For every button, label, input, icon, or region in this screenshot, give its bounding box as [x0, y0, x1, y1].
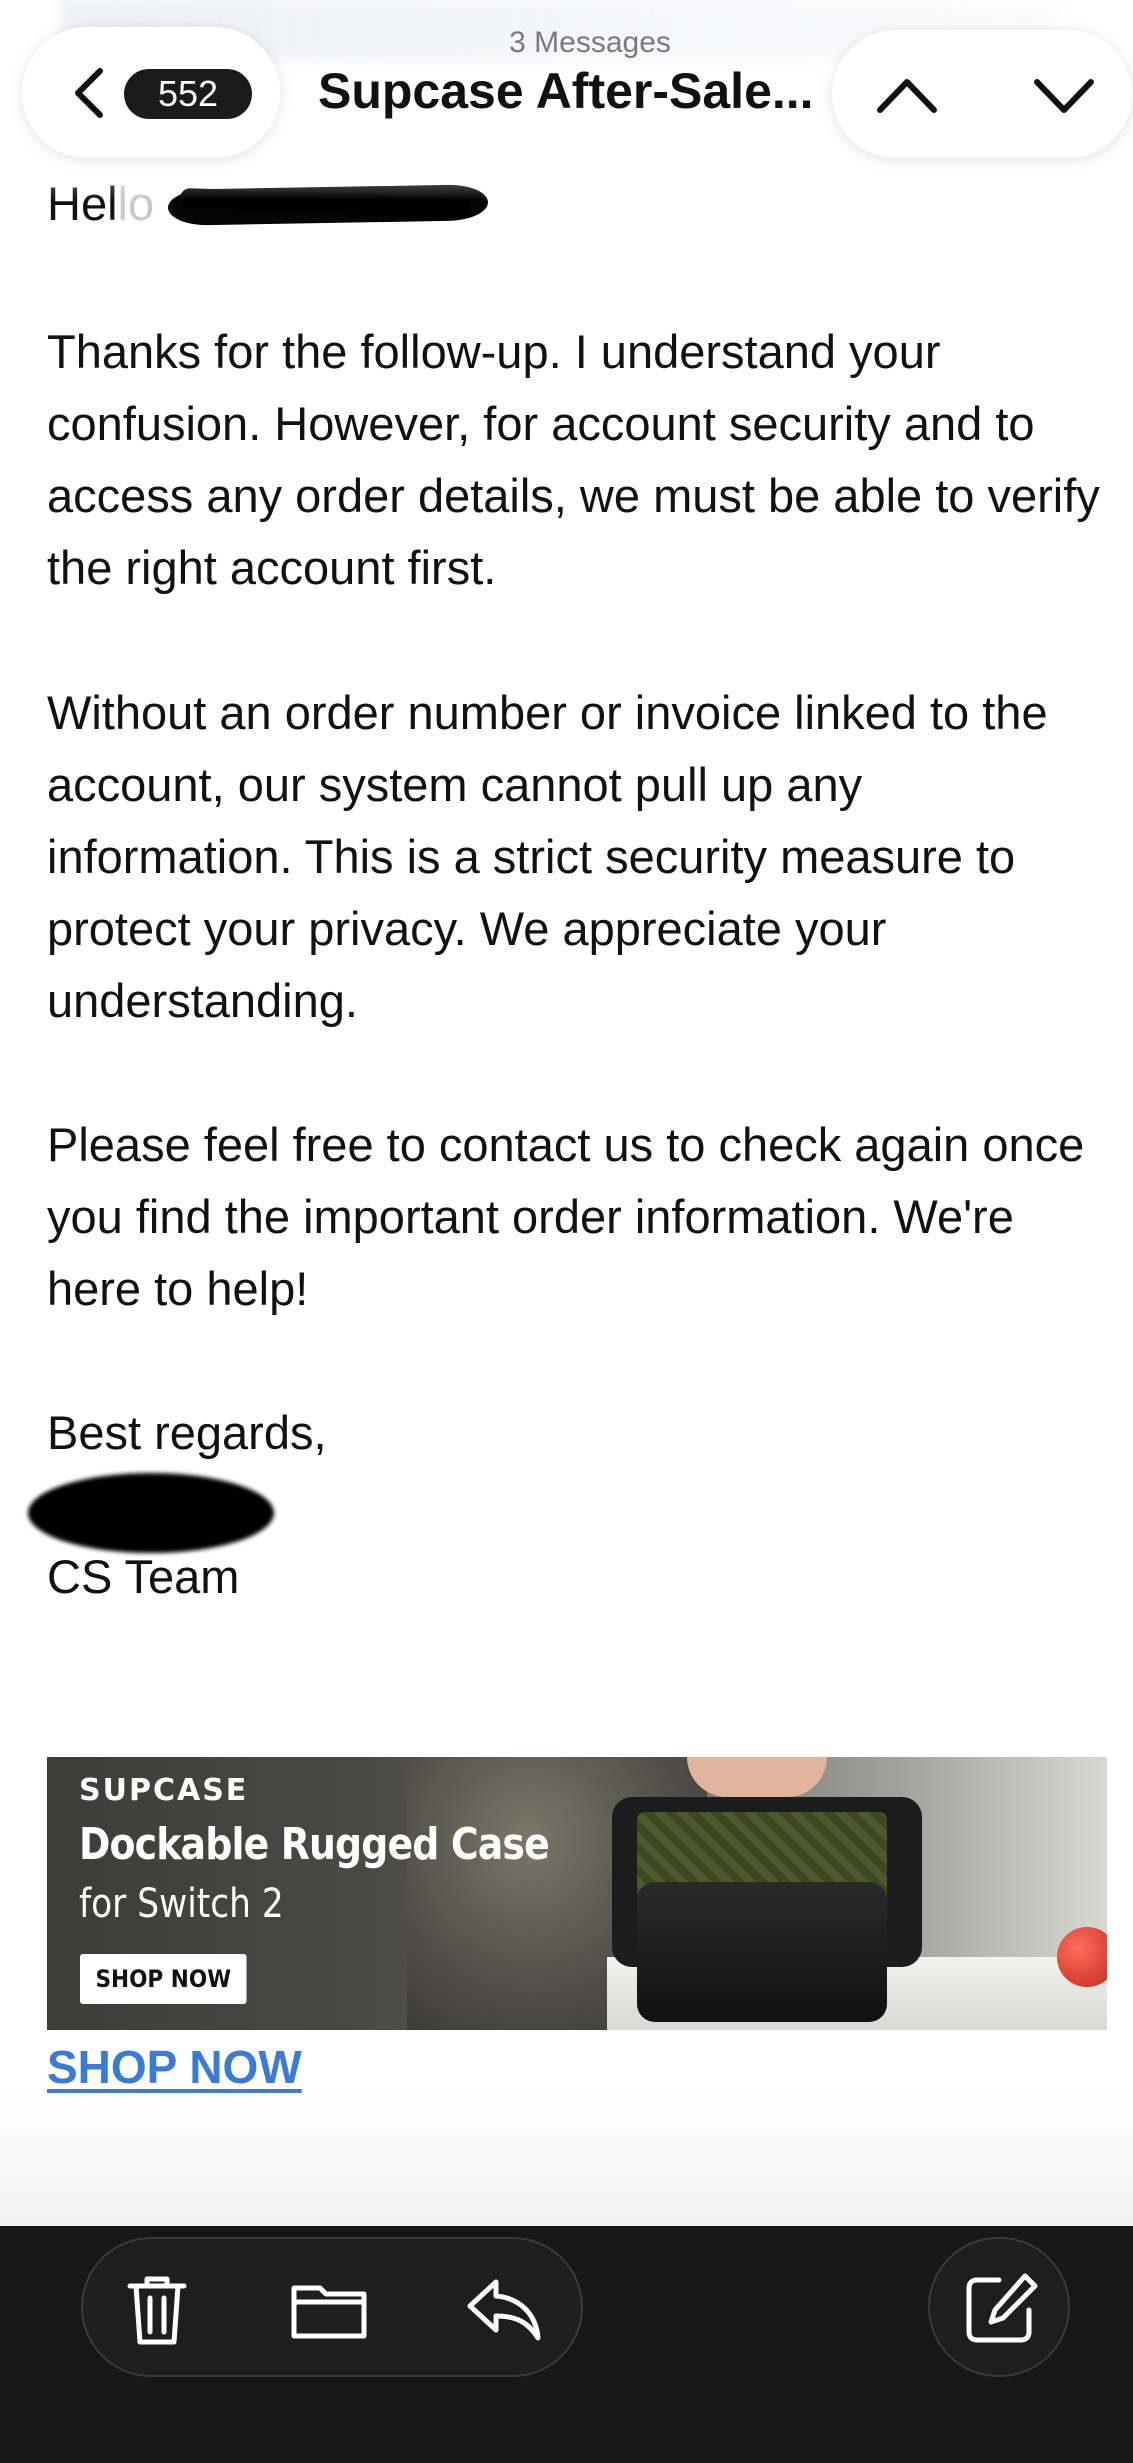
- shop-now-link[interactable]: SHOP NOW: [47, 2040, 302, 2094]
- message-count-label: 3 Messages: [509, 26, 671, 59]
- chevron-down-icon[interactable]: [1029, 60, 1099, 130]
- back-button[interactable]: 552: [22, 27, 280, 158]
- email-paragraph: Please feel free to contact us to check …: [47, 1118, 1085, 1315]
- email-paragraph: Thanks for the follow-up. I understand y…: [47, 325, 1100, 594]
- chevron-left-icon: [75, 68, 103, 118]
- banner-photo-hand: [687, 1757, 827, 1797]
- trash-icon[interactable]: [112, 2264, 202, 2354]
- sign-off: Best regards,: [47, 1406, 327, 1459]
- folder-icon[interactable]: [284, 2264, 374, 2354]
- thread-title: Supcase After-Sale...: [318, 63, 814, 119]
- banner-brand-logo: SUPCASE: [79, 1773, 249, 1808]
- signature-team: CS Team: [47, 1550, 240, 1603]
- banner-product-dock: [637, 1882, 887, 2022]
- banner-shop-now-button[interactable]: SHOP NOW: [80, 1954, 247, 2004]
- email-thread-view: 552 3 Messages Supcase After-Sale... Hel…: [0, 0, 1133, 2463]
- compose-icon[interactable]: [955, 2264, 1045, 2354]
- unread-count-badge: 552: [124, 69, 252, 119]
- banner-subtitle: for Switch 2: [79, 1881, 284, 1927]
- top-navigation-bar: 552 3 Messages Supcase After-Sale...: [0, 0, 1133, 200]
- toolbar-fade: [0, 2090, 1133, 2226]
- reply-icon[interactable]: [458, 2264, 548, 2354]
- message-navigation-group: [832, 30, 1132, 158]
- promo-banner[interactable]: SUPCASE Dockable Rugged Case for Switch …: [47, 1757, 1107, 2030]
- email-paragraph: Without an order number or invoice linke…: [47, 686, 1048, 1027]
- banner-title: Dockable Rugged Case: [79, 1819, 550, 1870]
- chevron-up-icon[interactable]: [872, 60, 942, 130]
